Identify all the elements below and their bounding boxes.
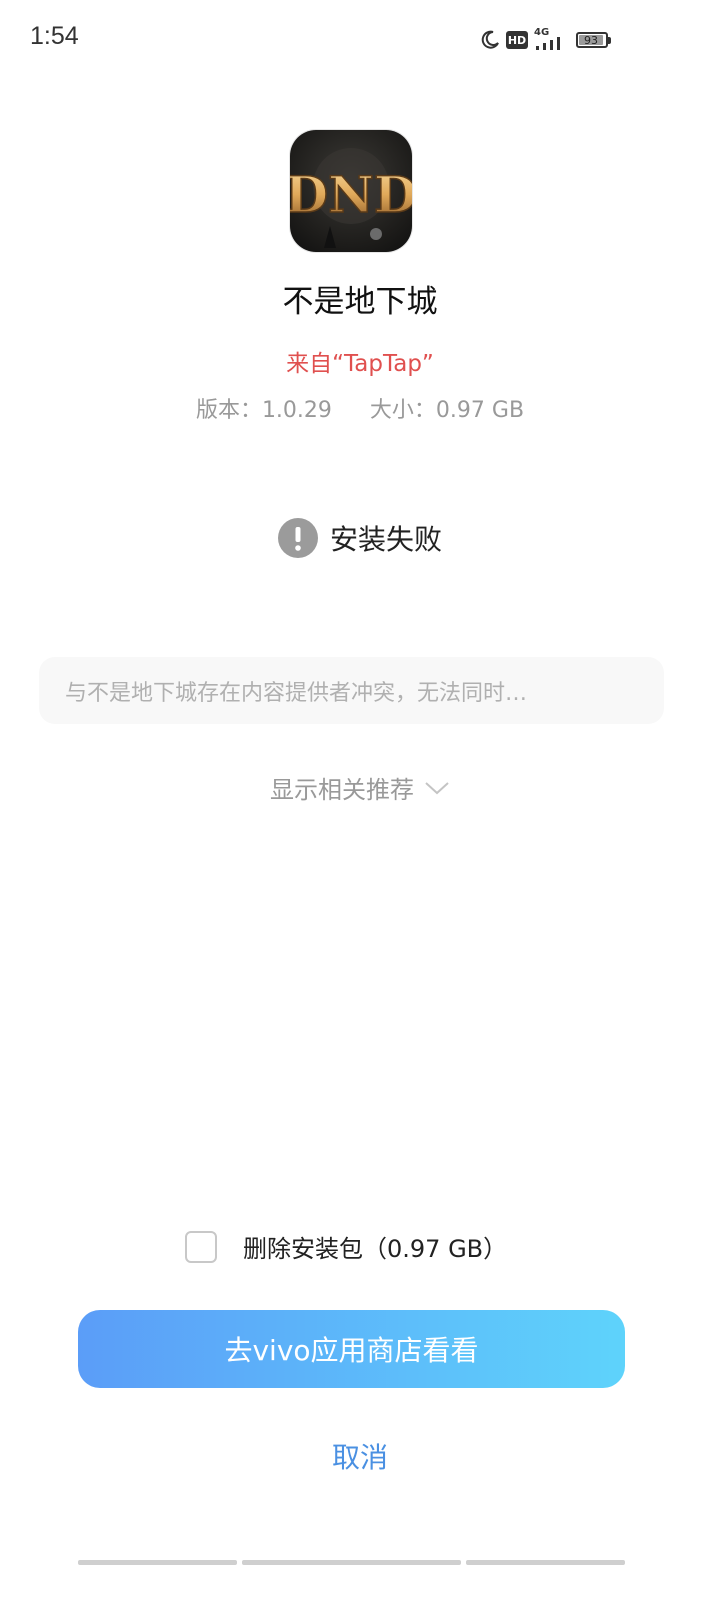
app-meta: 版本：1.0.29 大小：0.97 GB — [0, 392, 720, 424]
app-name: 不是地下城 — [282, 284, 438, 320]
hd-icon: HD — [506, 31, 528, 49]
delete-package-checkbox[interactable] — [185, 1230, 217, 1263]
app-source: 来自“TapTap” — [286, 351, 434, 377]
bottom-indicator-segment — [242, 1560, 461, 1565]
status-icons: HD 4G 93 — [480, 24, 611, 56]
warning-icon — [277, 518, 318, 558]
app-size: 大小：0.97 GB — [369, 398, 525, 423]
app-version: 版本：1.0.29 — [195, 398, 332, 423]
error-message: 与不是地下城存在内容提供者冲突，无法同时… — [65, 680, 528, 706]
bottom-indicator-segment — [78, 1560, 237, 1565]
open-app-store-button[interactable]: 去vivo应用商店看看 — [78, 1310, 625, 1388]
do-not-disturb-moon-icon — [481, 30, 499, 49]
status-time: 1:54 — [30, 22, 79, 50]
install-status-text: 安装失败 — [329, 523, 442, 556]
show-recommend-toggle[interactable]: 显示相关推荐 — [0, 770, 720, 805]
show-recommend-label: 显示相关推荐 — [270, 776, 414, 804]
bottom-indicator-segment — [466, 1560, 625, 1565]
app-icon: DND — [290, 130, 412, 252]
delete-package-row[interactable]: 删除安装包（0.97 GB） — [185, 1229, 507, 1264]
cellular-signal-icon: 4G — [534, 27, 570, 52]
install-status: 安装失败 — [0, 518, 720, 558]
app-icon-logo: DND — [290, 165, 412, 224]
chevron-down-icon — [425, 781, 449, 794]
delete-package-label: 删除安装包（0.97 GB） — [243, 1235, 508, 1263]
error-message-box[interactable]: 与不是地下城存在内容提供者冲突，无法同时… — [39, 657, 664, 724]
battery-icon: 93 — [576, 32, 611, 48]
battery-level: 93 — [584, 33, 598, 47]
cancel-button[interactable]: 取消 — [0, 1436, 720, 1476]
